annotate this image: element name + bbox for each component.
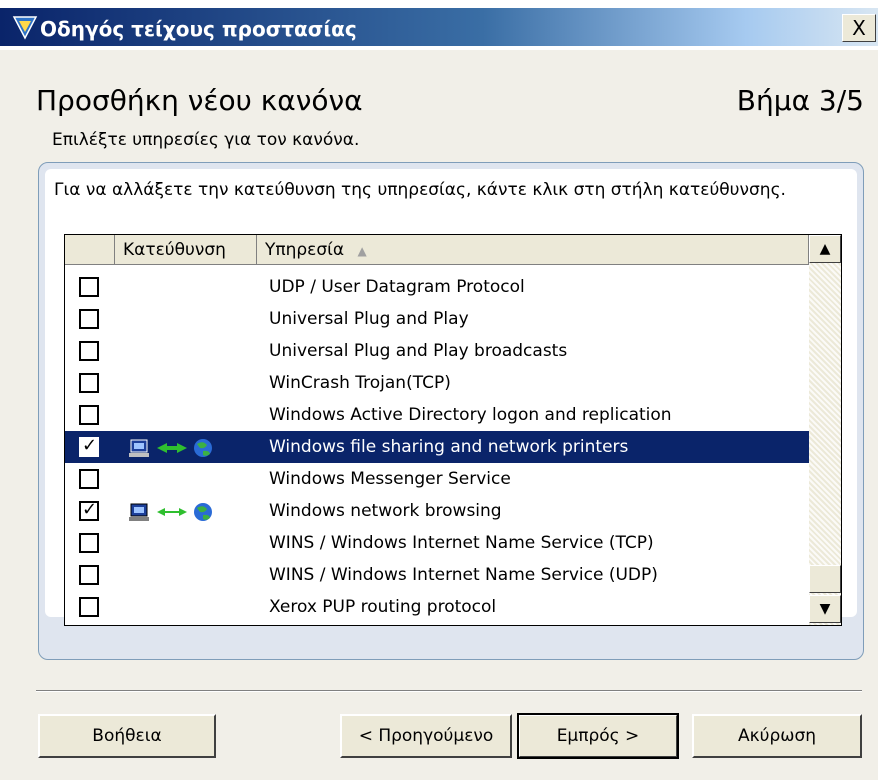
scroll-up-button[interactable]: ▲ [809,235,841,263]
table-row-selected[interactable]: ✓ Windows file sharing and network print… [65,431,809,463]
service-checkbox[interactable] [79,373,99,393]
page-title: Προσθήκη νέου κανόνα [36,84,363,117]
next-button-label: Εμπρός > [556,726,640,746]
direction-both-icon[interactable] [127,437,227,459]
service-checkbox-checked[interactable]: ✓ [79,435,99,457]
services-list[interactable]: Κατεύθυνση Υπηρεσία ▲ UDP / User Datagra… [64,234,842,626]
back-button-label: < Προηγούμενο [358,726,494,746]
cancel-button[interactable]: Ακύρωση [692,714,862,758]
arrow-up-icon: ▲ [819,241,831,257]
scroll-thumb[interactable] [809,565,841,593]
table-row[interactable]: WINS / Windows Internet Name Service (TC… [65,527,809,559]
table-row[interactable]: Windows Messenger Service [65,463,809,495]
service-checkbox[interactable] [79,565,99,585]
table-row[interactable]: Xerox PUP routing protocol [65,591,809,623]
next-button[interactable]: Εμπρός > [517,713,679,759]
column-header-direction-label: Κατεύθυνση [123,240,226,260]
service-name: Universal Plug and Play [269,309,469,329]
vertical-scrollbar[interactable]: ▲ ▼ [809,235,841,625]
service-checkbox[interactable] [79,309,99,329]
service-name: Windows file sharing and network printer… [269,437,629,457]
close-icon: X [852,16,866,40]
service-checkbox[interactable] [79,277,99,297]
column-header-service[interactable]: Υπηρεσία ▲ [257,235,809,265]
back-button[interactable]: < Προηγούμενο [340,714,512,758]
service-checkbox[interactable] [79,469,99,489]
table-row[interactable]: Universal Plug and Play broadcasts [65,335,809,367]
help-button-label: Βοήθεια [92,726,162,746]
window-title: Οδηγός τείχους προστασίας [40,17,357,41]
firewall-wizard-window: Οδηγός τείχους προστασίας X Προσθήκη νέο… [0,0,878,780]
table-row[interactable]: ✓ Windows network browsing [65,495,809,527]
help-button[interactable]: Βοήθεια [38,714,216,758]
service-name: WINS / Windows Internet Name Service (TC… [269,533,654,553]
service-checkbox[interactable] [79,405,99,425]
service-checkbox[interactable] [79,341,99,361]
service-name: Universal Plug and Play broadcasts [269,341,568,361]
list-header: Κατεύθυνση Υπηρεσία ▲ [65,235,809,265]
direction-both-icon[interactable] [127,501,227,523]
checkmark-icon: ✓ [82,435,98,456]
service-name: Windows network browsing [269,501,502,521]
service-name: Windows Messenger Service [269,469,511,489]
arrow-down-icon: ▼ [819,601,831,617]
table-row[interactable]: Windows Active Directory logon and repli… [65,399,809,431]
step-indicator: Βήμα 3/5 [736,84,864,117]
service-checkbox[interactable] [79,597,99,617]
table-row[interactable]: WinCrash Trojan(TCP) [65,367,809,399]
table-row[interactable]: WINS / Windows Internet Name Service (UD… [65,559,809,591]
column-header-direction[interactable]: Κατεύθυνση [115,235,257,265]
service-checkbox-checked[interactable]: ✓ [79,499,99,521]
service-name: Windows Active Directory logon and repli… [269,405,672,425]
column-header-service-label: Υπηρεσία [265,240,345,260]
cancel-button-label: Ακύρωση [737,726,817,746]
service-name: Xerox PUP routing protocol [269,597,497,617]
close-button[interactable]: X [842,14,876,42]
checkmark-icon: ✓ [82,499,98,520]
table-row[interactable]: UDP / User Datagram Protocol [65,271,809,303]
service-name: WinCrash Trojan(TCP) [269,373,451,393]
title-bar[interactable]: Οδηγός τείχους προστασίας X [0,0,878,50]
sort-ascending-icon: ▲ [357,244,367,258]
service-name: WINS / Windows Internet Name Service (UD… [269,565,658,585]
button-separator [36,690,862,692]
service-name: UDP / User Datagram Protocol [269,277,525,297]
table-row[interactable]: Universal Plug and Play [65,303,809,335]
page-subtitle: Επιλέξτε υπηρεσίες για τον κανόνα. [52,130,360,150]
firewall-wizard-icon [12,16,38,40]
service-checkbox[interactable] [79,533,99,553]
scroll-down-button[interactable]: ▼ [809,595,841,623]
column-header-checkbox[interactable] [65,235,115,265]
instruction-text: Για να αλλάξετε την κατεύθυνση της υπηρε… [54,180,786,200]
